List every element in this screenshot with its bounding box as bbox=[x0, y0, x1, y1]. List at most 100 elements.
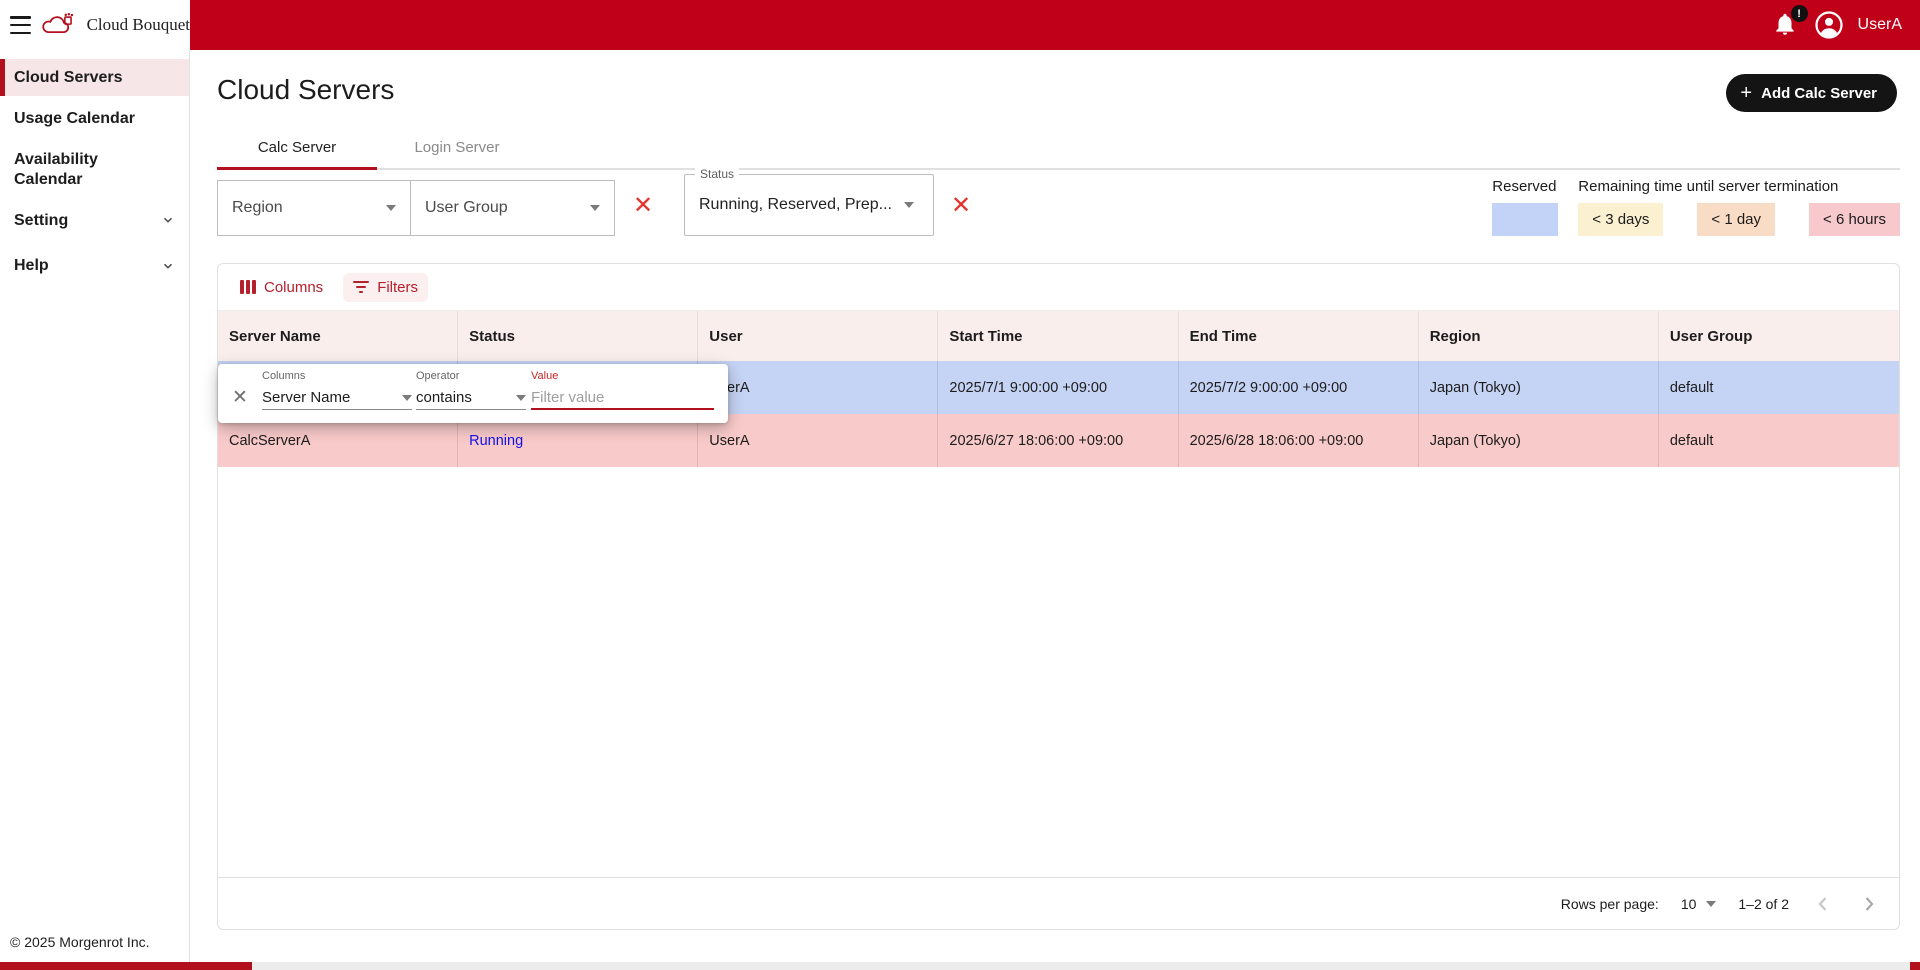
notifications-button[interactable]: ! bbox=[1772, 5, 1808, 39]
columns-button[interactable]: Columns bbox=[230, 273, 333, 302]
bottom-scroll-strip[interactable] bbox=[0, 962, 1920, 970]
filter-operator-label: Operator bbox=[416, 370, 460, 382]
cell-end-time: 2025/6/28 18:06:00 +09:00 bbox=[1179, 414, 1419, 467]
filter-operator-select[interactable]: contains bbox=[416, 386, 526, 410]
sidebar-item-help[interactable]: Help bbox=[0, 247, 189, 284]
rows-per-page-label: Rows per page: bbox=[1560, 895, 1659, 912]
legend-swatch-3-days: < 3 days bbox=[1578, 203, 1664, 236]
pagination-bar: Rows per page: 10 1–2 of 2 bbox=[218, 877, 1899, 929]
column-header-start-time[interactable]: Start Time bbox=[938, 311, 1179, 361]
rows-per-page-value: 10 bbox=[1680, 895, 1697, 912]
brand-name: Cloud Bouquet bbox=[86, 15, 190, 34]
reserved-swatch bbox=[1492, 203, 1559, 236]
status-select-value: Running, Reserved, Prep... bbox=[699, 196, 892, 213]
sidebar-item-availability-calendar[interactable]: Availability Calendar bbox=[0, 141, 189, 197]
cell-region: Japan (Tokyo) bbox=[1419, 414, 1659, 467]
remaining-time-legend-label: Remaining time until server termination bbox=[1578, 178, 1839, 195]
close-icon[interactable]: ✕ bbox=[232, 388, 248, 407]
column-header-user-group[interactable]: User Group bbox=[1659, 311, 1899, 361]
chevron-down-icon bbox=[402, 394, 412, 401]
next-page-icon[interactable] bbox=[1857, 892, 1881, 916]
status-select-label: Status bbox=[695, 167, 740, 181]
color-legend: Reserved Remaining time until server ter… bbox=[1492, 178, 1900, 236]
table-empty-area bbox=[218, 467, 1899, 877]
column-header-end-time[interactable]: End Time bbox=[1179, 311, 1419, 361]
notification-badge: ! bbox=[1790, 5, 1808, 22]
filters-button-label: Filters bbox=[377, 278, 419, 296]
menu-icon[interactable] bbox=[10, 16, 32, 34]
filter-columns-label: Columns bbox=[262, 370, 306, 382]
cell-user-group: default bbox=[1669, 432, 1714, 449]
filter-panel: ✕ Columns Server Name Operator contains … bbox=[218, 364, 728, 423]
user-group-select-value: User Group bbox=[425, 199, 508, 216]
top-bar: Cloud Bouquet ! UserA bbox=[0, 0, 1920, 50]
sidebar-item-cloud-servers[interactable]: Cloud Servers bbox=[0, 59, 189, 97]
user-group-select[interactable]: User Group bbox=[411, 180, 615, 236]
copyright-text: © 2025 Morgenrot Inc. bbox=[10, 934, 150, 950]
sidebar-item-label: Help bbox=[14, 256, 49, 274]
region-select[interactable]: Region bbox=[217, 180, 411, 236]
add-calc-server-label: Add Calc Server bbox=[1761, 84, 1877, 102]
chevron-down-icon bbox=[164, 263, 172, 269]
add-calc-server-button[interactable]: + Add Calc Server bbox=[1726, 74, 1897, 112]
user-avatar-icon[interactable] bbox=[1814, 10, 1844, 40]
cell-region: Japan (Tokyo) bbox=[1419, 361, 1659, 414]
tab-calc-server[interactable]: Calc Server bbox=[217, 126, 377, 170]
user-name[interactable]: UserA bbox=[1858, 16, 1902, 34]
chevron-down-icon bbox=[904, 202, 914, 208]
cell-user-group: default bbox=[1669, 379, 1714, 396]
rows-per-page-select[interactable]: 10 bbox=[1681, 896, 1717, 912]
sidebar-item-label: Availability Calendar bbox=[14, 151, 98, 188]
chevron-down-icon bbox=[386, 205, 396, 211]
plus-icon: + bbox=[1740, 81, 1753, 104]
clear-region-usergroup-button[interactable]: ✕ bbox=[633, 194, 653, 218]
table-header-row: Server Name Status User Start Time End T… bbox=[218, 310, 1899, 361]
previous-page-icon[interactable] bbox=[1811, 892, 1835, 916]
chevron-down-icon bbox=[590, 205, 600, 211]
sidebar-item-label: Usage Calendar bbox=[14, 110, 135, 128]
sidebar-item-usage-calendar[interactable]: Usage Calendar bbox=[0, 100, 189, 137]
filter-column-select[interactable]: Server Name bbox=[262, 386, 412, 410]
sidebar-item-label: Cloud Servers bbox=[14, 69, 123, 86]
reserved-legend-label: Reserved bbox=[1492, 178, 1557, 195]
columns-icon bbox=[240, 280, 256, 294]
column-header-region[interactable]: Region bbox=[1419, 311, 1659, 361]
bottom-strip-left bbox=[0, 962, 252, 970]
filter-operator-select-value: contains bbox=[416, 389, 472, 406]
legend-swatch-1-day: < 1 day bbox=[1697, 203, 1776, 236]
chevron-down-icon bbox=[164, 218, 172, 224]
main-content: Cloud Servers + Add Calc Server Calc Ser… bbox=[190, 50, 1920, 970]
top-bar-actions: ! UserA bbox=[190, 0, 1920, 50]
sidebar-item-setting[interactable]: Setting bbox=[0, 202, 189, 239]
bottom-strip-right bbox=[1910, 962, 1920, 970]
pagination-range-label: 1–2 of 2 bbox=[1738, 895, 1789, 912]
columns-button-label: Columns bbox=[264, 278, 324, 296]
page-title: Cloud Servers bbox=[217, 74, 395, 105]
cell-user: UserA bbox=[698, 361, 939, 414]
brand-area: Cloud Bouquet bbox=[0, 0, 190, 50]
cell-start-time: 2025/7/1 9:00:00 +09:00 bbox=[938, 361, 1179, 414]
cell-end-time: 2025/7/2 9:00:00 +09:00 bbox=[1179, 361, 1419, 414]
status-select[interactable]: Status Running, Reserved, Prep... bbox=[684, 167, 934, 236]
region-select-value: Region bbox=[232, 199, 283, 216]
server-table-card: Columns Filters Server Name Status User … bbox=[217, 263, 1900, 930]
chevron-down-icon bbox=[516, 394, 526, 401]
filter-row: Region User Group ✕ Status Running, Rese… bbox=[217, 167, 1900, 244]
legend-swatch-6-hours: < 6 hours bbox=[1809, 203, 1900, 236]
server-type-tabs: Calc Server Login Server bbox=[217, 126, 1900, 170]
filter-value-input[interactable] bbox=[531, 386, 714, 410]
cell-start-time: 2025/6/27 18:06:00 +09:00 bbox=[938, 414, 1179, 467]
cell-user: UserA bbox=[698, 414, 939, 467]
sidebar-item-label: Setting bbox=[14, 211, 69, 229]
filter-column-select-value: Server Name bbox=[262, 389, 351, 406]
table-toolbar: Columns Filters bbox=[218, 264, 1899, 310]
column-header-status[interactable]: Status bbox=[458, 311, 699, 361]
clear-status-button[interactable]: ✕ bbox=[951, 194, 971, 218]
cloud-bouquet-logo-icon bbox=[42, 12, 74, 33]
column-header-user[interactable]: User bbox=[698, 311, 939, 361]
filters-button[interactable]: Filters bbox=[343, 272, 429, 302]
tab-login-server[interactable]: Login Server bbox=[377, 126, 537, 168]
filter-icon bbox=[353, 281, 370, 293]
column-header-server-name[interactable]: Server Name bbox=[218, 311, 459, 361]
sidebar: Cloud Servers Usage Calendar Availabilit… bbox=[0, 50, 190, 970]
